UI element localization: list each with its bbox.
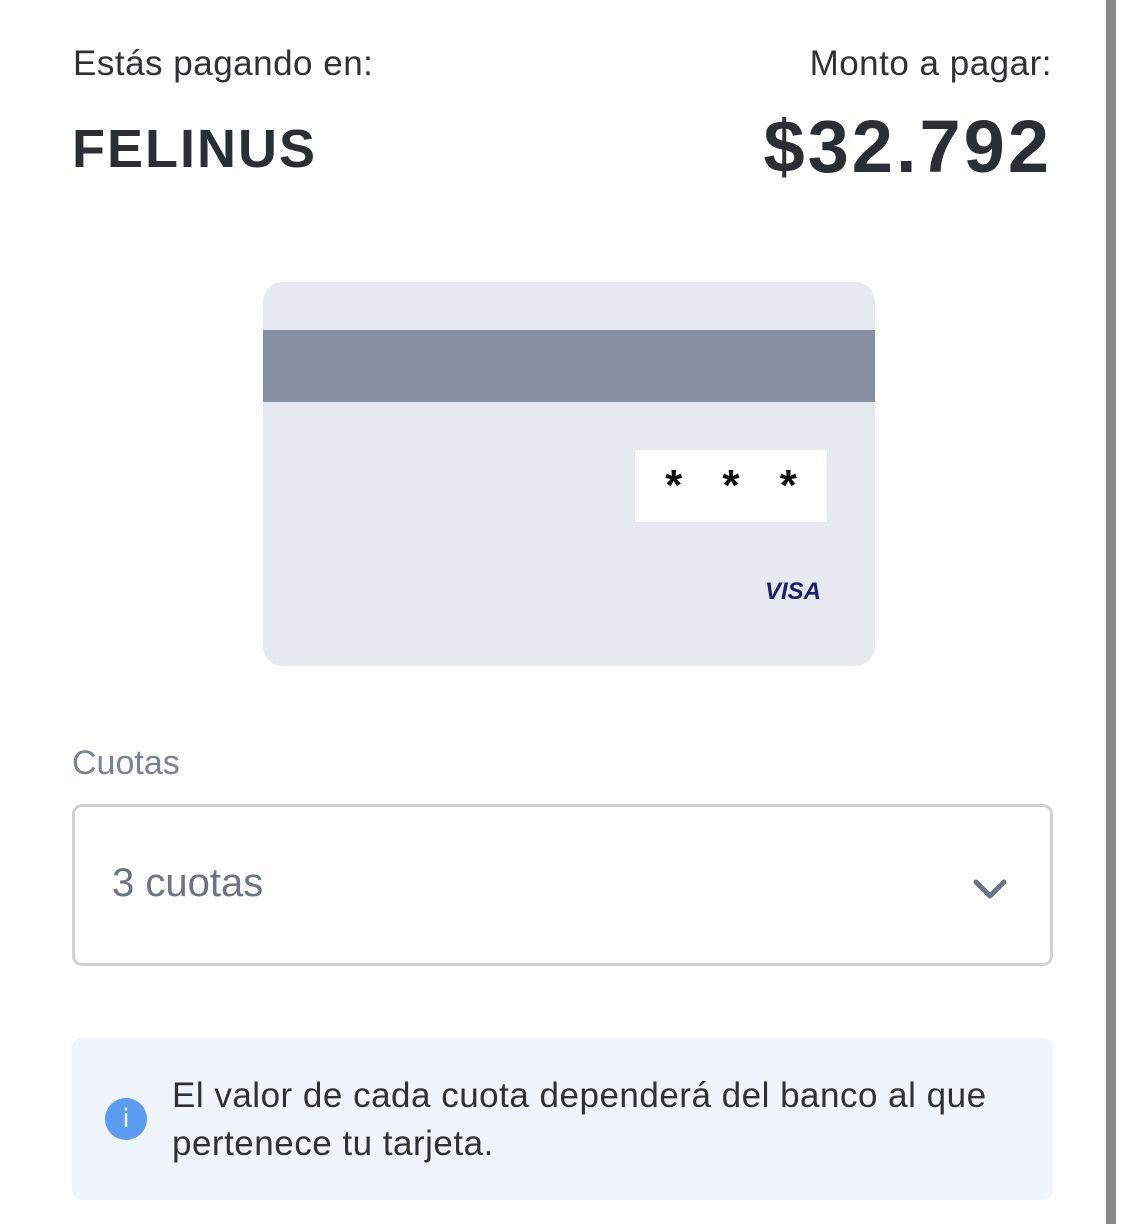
merchant-name: FELINUS <box>72 119 318 179</box>
installments-selected-value: 3 cuotas <box>112 861 264 905</box>
scrollbar[interactable] <box>1106 0 1116 1224</box>
installments-select[interactable]: 3 cuotas <box>72 804 1053 966</box>
info-message: El valor de cada cuota dependerá del ban… <box>172 1076 987 1163</box>
amount-value: $32.792 <box>763 105 1052 188</box>
chevron-down-icon <box>973 879 1007 899</box>
card-brand-logo: VISA <box>764 578 821 605</box>
info-icon: i <box>105 1098 147 1140</box>
amount-label: Monto a pagar: <box>809 44 1052 83</box>
merchant-label: Estás pagando en: <box>73 44 374 83</box>
card-magnetic-stripe <box>263 330 875 402</box>
installments-label: Cuotas <box>72 744 180 782</box>
payment-page: Estás pagando en: Monto a pagar: FELINUS… <box>0 0 1124 1224</box>
card-back-illustration: * * * VISA <box>263 282 875 666</box>
info-notice: i El valor de cada cuota dependerá del b… <box>72 1038 1053 1200</box>
card-cvv-box: * * * <box>635 450 827 522</box>
